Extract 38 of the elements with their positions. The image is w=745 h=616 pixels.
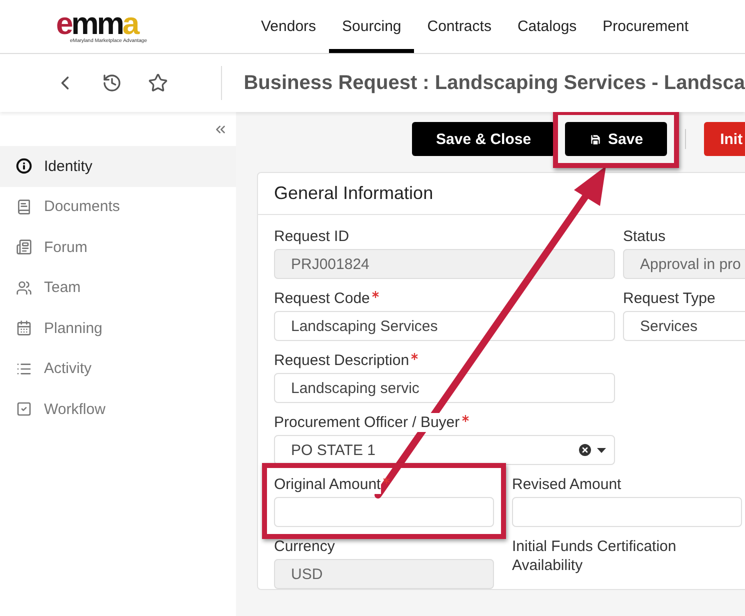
initiate-button[interactable]: Init bbox=[704, 122, 745, 156]
select-field[interactable]: PO STATE 1 bbox=[274, 435, 615, 465]
field-label: Original Amount bbox=[274, 475, 381, 494]
checkbox-icon bbox=[16, 401, 32, 418]
input-field[interactable] bbox=[512, 497, 742, 527]
input-field[interactable]: Landscaping servic bbox=[274, 373, 615, 403]
field-label: Request Description bbox=[274, 351, 410, 370]
required-icon bbox=[372, 291, 379, 298]
list-icon bbox=[16, 360, 32, 377]
input-field[interactable]: Services bbox=[623, 311, 745, 341]
nav-tab[interactable]: Catalogs bbox=[504, 0, 590, 53]
history-icon[interactable] bbox=[102, 73, 122, 93]
logo[interactable]: emma bbox=[56, 10, 138, 38]
info-icon bbox=[16, 158, 32, 174]
calendar-icon bbox=[16, 320, 32, 336]
star-icon[interactable] bbox=[148, 73, 168, 93]
field-label: Request Code bbox=[274, 289, 370, 308]
input-field[interactable] bbox=[274, 497, 494, 527]
team-icon bbox=[16, 280, 32, 296]
nav-tab[interactable]: Sourcing bbox=[329, 0, 414, 53]
newspaper-icon bbox=[16, 239, 32, 256]
required-icon bbox=[382, 477, 390, 484]
save-icon bbox=[589, 132, 602, 146]
clear-icon[interactable] bbox=[577, 442, 593, 458]
sidebar-item[interactable]: Identity bbox=[0, 146, 236, 186]
page-title: Business Request : Landscaping Services - Landsca bbox=[242, 72, 745, 94]
nav-tab[interactable]: Contracts bbox=[414, 0, 504, 53]
caret-icon[interactable] bbox=[597, 448, 606, 452]
nav-tab[interactable]: Vendors bbox=[248, 0, 330, 53]
book-icon bbox=[16, 198, 32, 215]
field-label: Procurement Officer / Buyer bbox=[274, 413, 460, 432]
required-icon bbox=[411, 353, 418, 360]
nav-tab[interactable]: Procurement bbox=[590, 0, 702, 53]
input-field[interactable]: Landscaping Services bbox=[274, 311, 615, 341]
required-icon bbox=[462, 415, 469, 422]
save-button[interactable]: Save bbox=[565, 122, 668, 156]
save-button[interactable]: Save & Close bbox=[412, 122, 556, 156]
card-title: General Information bbox=[274, 183, 434, 204]
